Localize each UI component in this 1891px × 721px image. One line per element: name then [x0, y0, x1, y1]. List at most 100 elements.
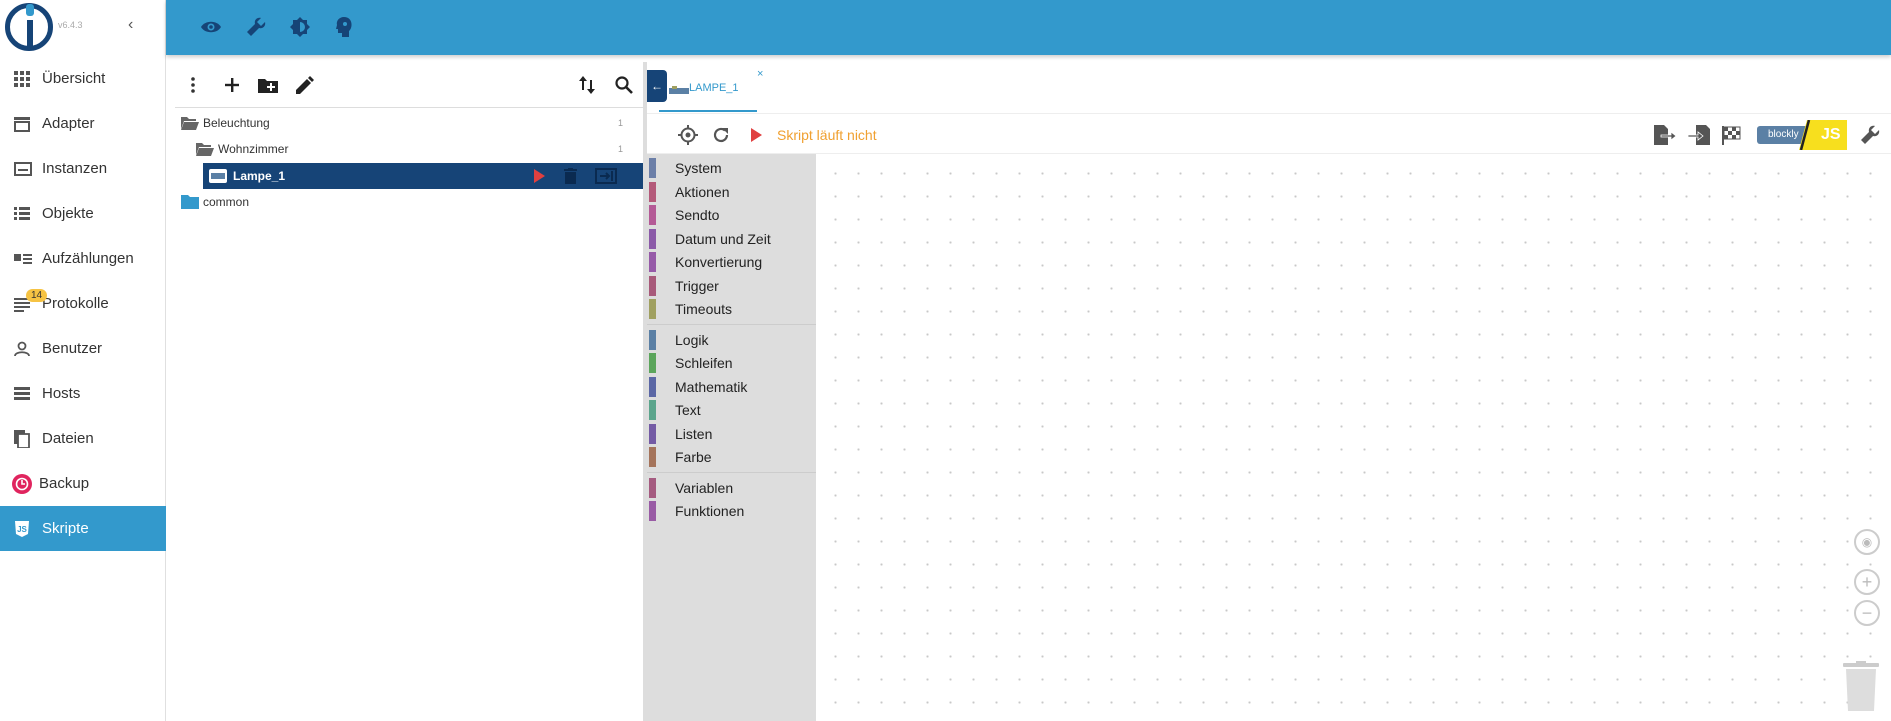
- sidebar-item-objekte[interactable]: Objekte: [0, 191, 166, 236]
- category-color-swatch: [649, 376, 656, 397]
- add-script-button[interactable]: [219, 72, 245, 98]
- blockly-script-icon: [669, 83, 689, 101]
- toolbox-category-konvertierung[interactable]: Konvertierung: [647, 251, 816, 273]
- script-toolbar: Skript läuft nicht blockly JS: [647, 114, 1891, 154]
- blockly-workspace[interactable]: ◉ + −: [816, 154, 1891, 721]
- zoom-in-icon[interactable]: +: [1854, 569, 1880, 595]
- tree-folder-row[interactable]: Wohnzimmer 1: [175, 136, 643, 162]
- tree-toolbar: [175, 62, 643, 108]
- logo-area: v6.4.3 ‹: [0, 0, 165, 55]
- sidebar-item-hosts[interactable]: Hosts: [0, 371, 166, 416]
- zoom-out-icon[interactable]: −: [1854, 600, 1880, 626]
- tree-folder-row[interactable]: Beleuchtung 1: [175, 110, 643, 136]
- tree-row-label: Wohnzimmer: [218, 142, 289, 156]
- toolbox-separator: [647, 323, 816, 325]
- tab-lampe-1[interactable]: LAMPE_1: [659, 66, 757, 112]
- toolbox-category-system[interactable]: System: [647, 157, 816, 179]
- run-script-button[interactable]: [533, 169, 545, 186]
- wrench-icon[interactable]: [243, 14, 269, 40]
- start-script-button[interactable]: [745, 124, 767, 146]
- sidebar: v6.4.3 ‹ Übersicht Adapter Instanzen Obj…: [0, 0, 166, 721]
- category-color-swatch: [649, 275, 656, 296]
- sidebar-item-benutzer[interactable]: Benutzer: [0, 326, 166, 371]
- toolbox-category-aktionen[interactable]: Aktionen: [647, 181, 816, 203]
- export-icon[interactable]: [595, 168, 617, 187]
- folder-open-icon: [196, 142, 214, 156]
- sidebar-item-skripte[interactable]: JS Skripte: [0, 506, 166, 551]
- edit-pencil-icon[interactable]: [292, 72, 318, 98]
- toolbox-category-logik[interactable]: Logik: [647, 329, 816, 351]
- delete-icon[interactable]: [564, 168, 577, 187]
- sidebar-item-protokolle[interactable]: 14 Protokolle: [0, 281, 166, 326]
- trash-can-icon[interactable]: [1843, 661, 1879, 711]
- category-label: Schleifen: [675, 355, 733, 371]
- center-workspace-icon[interactable]: ◉: [1854, 529, 1880, 555]
- sort-icon[interactable]: [574, 72, 600, 98]
- category-label: Funktionen: [675, 503, 745, 519]
- tree-row-label: common: [203, 195, 250, 209]
- category-color-swatch: [649, 205, 656, 225]
- blockly-toolbox: System Aktionen Sendto Datum und Zeit Konver…: [647, 154, 816, 721]
- sidebar-item-aufzaehlungen[interactable]: Aufzählungen: [0, 236, 166, 281]
- toolbox-category-funktionen[interactable]: Funktionen: [647, 500, 816, 522]
- restart-icon[interactable]: [710, 124, 732, 146]
- category-label: Aktionen: [675, 183, 730, 200]
- blockly-script-icon: [209, 169, 227, 183]
- blockly-to-js-toggle[interactable]: blockly JS: [1755, 119, 1847, 151]
- toolbox-category-schleifen[interactable]: Schleifen: [647, 352, 816, 374]
- checkered-flag-icon[interactable]: [1720, 124, 1744, 146]
- brightness-icon[interactable]: [287, 14, 313, 40]
- sidebar-item-label: Dateien: [42, 430, 94, 447]
- sidebar-item-label: Benutzer: [42, 340, 103, 357]
- tree-script-row-selected[interactable]: Lampe_1: [203, 163, 643, 189]
- wrench-icon[interactable]: [1858, 124, 1882, 146]
- category-color-swatch: [649, 329, 656, 350]
- toolbox-category-timeouts[interactable]: Timeouts: [647, 298, 816, 320]
- more-vert-icon[interactable]: [180, 72, 206, 98]
- toolbox-category-mathematik[interactable]: Mathematik: [647, 376, 816, 398]
- collapse-chevron-icon[interactable]: ‹: [128, 16, 133, 34]
- category-label: Variablen: [675, 479, 734, 496]
- add-folder-button[interactable]: [255, 72, 281, 98]
- toolbox-category-listen[interactable]: Listen: [647, 423, 816, 445]
- close-tab-icon[interactable]: ×: [757, 68, 763, 80]
- sidebar-item-label: Aufzählungen: [42, 250, 134, 267]
- category-label: Text: [675, 402, 701, 418]
- toolbox-category-datum-und-zeit[interactable]: Datum und Zeit: [647, 228, 816, 250]
- sidebar-item-label: Backup: [39, 475, 90, 492]
- sidebar-item-label: Adapter: [42, 115, 95, 132]
- toolbox-category-trigger[interactable]: Trigger: [647, 275, 816, 297]
- search-icon[interactable]: [611, 72, 637, 98]
- sidebar-item-adapter[interactable]: Adapter: [0, 101, 166, 146]
- category-label: Timeouts: [675, 301, 733, 317]
- toolbox-category-variablen[interactable]: Variablen: [647, 477, 816, 499]
- category-color-swatch: [649, 477, 656, 498]
- category-label: Farbe: [675, 449, 712, 465]
- locate-icon[interactable]: [677, 124, 699, 146]
- toolbox-category-text[interactable]: Text: [647, 399, 816, 421]
- category-color-swatch: [649, 299, 656, 319]
- toolbox-separator: [647, 471, 816, 473]
- import-blocks-icon[interactable]: [1687, 124, 1711, 146]
- tab-label: LAMPE_1: [689, 82, 739, 94]
- js-icon: JS: [0, 520, 42, 537]
- toolbox-category-sendto[interactable]: Sendto: [647, 204, 816, 226]
- sidebar-item-dateien[interactable]: Dateien: [0, 416, 166, 461]
- toolbox-category-farbe[interactable]: Farbe: [647, 446, 816, 468]
- sidebar-item-instanzen[interactable]: Instanzen: [0, 146, 166, 191]
- category-color-swatch: [649, 252, 656, 272]
- script-editor: ← LAMPE_1 × Skript läuft nicht blockly J…: [647, 62, 1891, 721]
- sidebar-item-label: Übersicht: [42, 70, 106, 87]
- export-blocks-icon[interactable]: [1653, 124, 1677, 146]
- sidebar-item-uebersicht[interactable]: Übersicht: [0, 56, 166, 101]
- head-icon[interactable]: [332, 14, 358, 40]
- tree-folder-row[interactable]: common: [175, 189, 643, 215]
- eye-icon[interactable]: [198, 14, 224, 40]
- category-label: Mathematik: [675, 378, 748, 395]
- iobroker-logo[interactable]: [5, 3, 53, 51]
- instances-icon: [0, 161, 42, 177]
- category-color-swatch: [649, 158, 656, 178]
- files-icon: [0, 429, 42, 448]
- sidebar-item-backup[interactable]: Backup: [0, 461, 166, 506]
- version-label: v6.4.3: [58, 20, 83, 30]
